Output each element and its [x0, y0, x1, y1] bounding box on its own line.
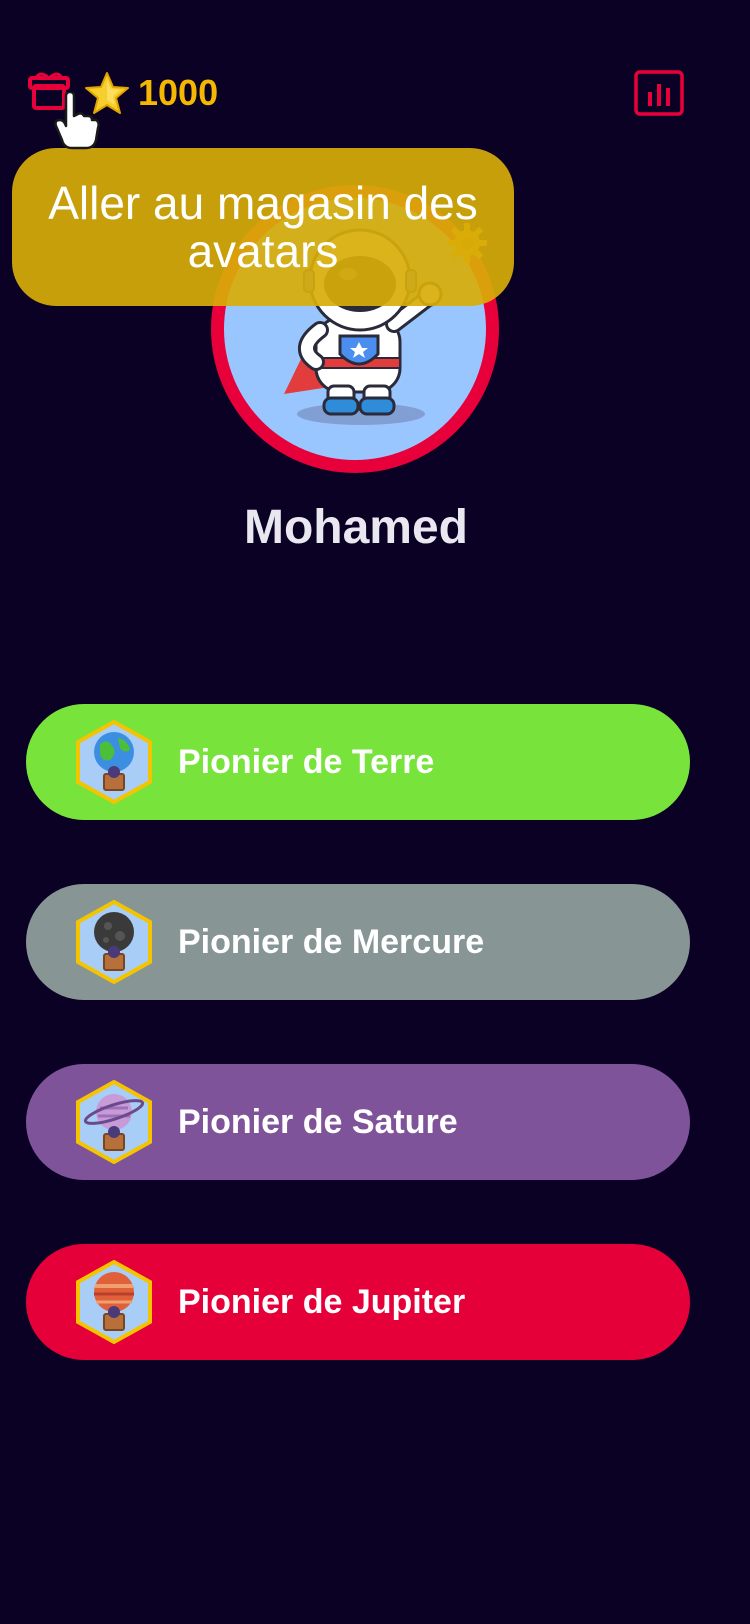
level-button-sature[interactable]: Pionier de Sature [26, 1064, 690, 1180]
saturn-balloon-icon [74, 1079, 154, 1165]
statistics-button[interactable] [634, 70, 684, 116]
coin-balance: 1000 [138, 72, 219, 113]
level-label: Pionier de Mercure [178, 923, 485, 961]
level-label: Pionier de Sature [178, 1103, 458, 1141]
avatar-shop-tooltip[interactable]: Aller au magasin des avatars [12, 148, 514, 306]
jupiter-balloon-icon [74, 1259, 154, 1345]
level-label: Pionier de Jupiter [178, 1283, 466, 1321]
pointing-hand-icon [52, 90, 100, 150]
level-button-terre[interactable]: Pionier de Terre [26, 704, 690, 820]
earth-balloon-icon [74, 719, 154, 805]
level-label: Pionier de Terre [178, 743, 435, 781]
level-button-mercure[interactable]: Pionier de Mercure [26, 884, 690, 1000]
level-button-jupiter[interactable]: Pionier de Jupiter [26, 1244, 690, 1360]
tooltip-text: Aller au magasin des avatars [48, 177, 478, 277]
bar-chart-icon [634, 70, 684, 116]
player-name: Mohamed [243, 501, 468, 554]
mercury-balloon-icon [74, 899, 154, 985]
